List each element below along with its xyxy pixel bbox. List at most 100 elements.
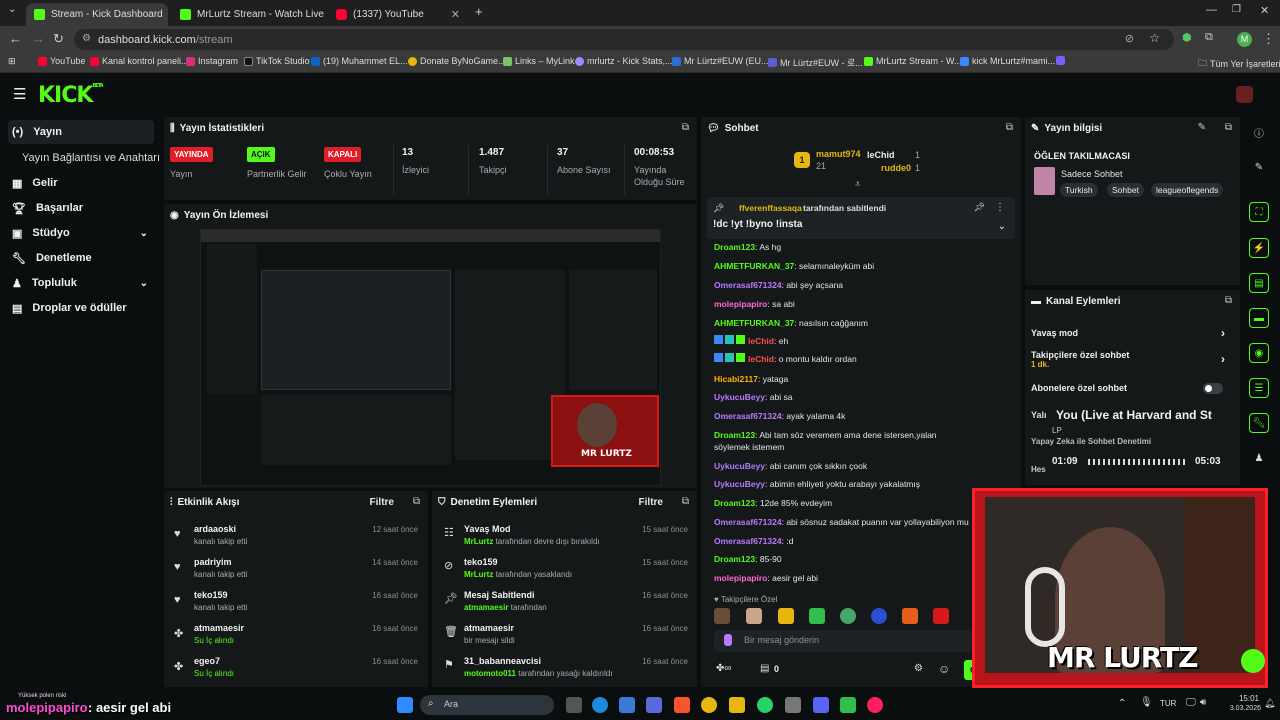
app-icon[interactable] [785,697,801,713]
windows-start-icon[interactable] [397,697,413,713]
settings-gear-icon[interactable]: ⚙ [914,663,923,674]
popout-icon[interactable]: ⧉ [1006,122,1013,133]
sidebar-item-basarilar[interactable]: 🏆︎ Başarılar [8,196,154,220]
discord-icon[interactable] [813,697,829,713]
store-icon[interactable] [619,697,635,713]
chat-username[interactable]: molepipapiro [714,299,767,309]
edge-icon[interactable] [592,697,608,713]
new-tab-button[interactable]: + [475,4,483,19]
emoji-icon[interactable]: ☺ [938,662,950,676]
tray-chevron-icon[interactable]: ⌃ [1118,698,1126,709]
slow-mode-row[interactable]: Yavaş mod › [1031,326,1231,340]
emote-icon[interactable] [933,608,949,624]
language-indicator[interactable]: TUR [1160,699,1176,708]
taskbar-search[interactable]: ⌕ Ara [420,695,554,715]
microphone-icon[interactable]: 🎙︎ [1140,697,1153,708]
brave-icon[interactable] [674,697,690,713]
popout-icon[interactable]: ⧉ [413,496,420,507]
chat-username[interactable]: Droam123 [714,498,755,508]
info-rail-icon[interactable]: ⓘ [1249,122,1269,142]
leaderboard-user[interactable]: mamut974 [816,149,861,159]
kick-logo[interactable]: KICKBETA [38,83,104,108]
restore-button[interactable]: ❐ [1232,4,1241,15]
emote-icon[interactable] [902,608,918,624]
volume-icon[interactable]: 🔊︎ [1200,697,1206,708]
task-view-icon[interactable] [566,697,582,713]
sidebar-item-denetleme[interactable]: 🔧︎ Denetleme [8,246,154,270]
emote-icon[interactable] [840,608,856,624]
emote-icon[interactable] [778,608,794,624]
tab-youtube[interactable]: (1337) YouTube ✕ [328,3,468,26]
community-rail-icon[interactable]: ♟ [1249,448,1269,468]
clock-date[interactable]: 3.03.2026 [1219,705,1261,712]
filter-button[interactable]: Filtre [370,497,394,508]
fullscreen-rail-icon[interactable]: ⛶ [1249,202,1269,222]
bookmark-star-icon[interactable]: ☆ [1149,31,1160,45]
gift-icon[interactable]: ▤ [760,663,769,674]
back-icon[interactable]: ← [9,31,22,46]
leaderboard-user[interactable]: leChid [867,150,895,160]
bookmark-youtube[interactable]: YouTube [38,56,85,66]
tab-list-icon[interactable]: ⌄ [8,4,16,15]
chat-username[interactable]: molepipapiro [714,573,767,583]
minimize-button[interactable]: — [1206,4,1217,16]
sidebar-item-stream-key[interactable]: Yayın Bağlantısı ve Anahtarı [18,146,164,170]
extensions-icon[interactable]: ⧉ [1205,31,1213,44]
all-bookmarks[interactable]: 🗀 Tüm Yer İşaretleri [1198,56,1280,72]
shield-extension-icon[interactable]: ⬢ [1182,31,1192,44]
chat-username[interactable]: Droam123 [714,554,755,564]
mail-icon[interactable] [646,697,662,713]
channel-points-icon[interactable]: ✤∞ [716,663,732,674]
pinned-message[interactable]: 📌︎ ffverenffassaqa tarafından sabitlendi… [707,197,1015,239]
profile-avatar[interactable]: M [1237,32,1252,47]
wrench-rail-icon[interactable]: 🔧︎ [1249,413,1269,433]
sidebar-item-yayin[interactable]: (•) Yayın [8,120,154,144]
bookmark-channel-panel[interactable]: Kanal kontrol paneli... [90,56,189,66]
emote-icon[interactable] [714,608,730,624]
chat-rail-icon[interactable]: ▬ [1249,308,1269,328]
bookmark-kick-stats[interactable]: mrlurtz - Kick Stats,... [575,56,673,66]
edit-rail-icon[interactable]: ✎ [1249,157,1269,177]
filter-button[interactable]: Filtre [639,497,663,508]
apps-icon[interactable]: ⊞ [8,56,16,67]
chevron-down-icon[interactable]: ⌄ [998,221,1006,232]
leaderboard-user[interactable]: rudde0 [881,163,911,173]
whatsapp-icon[interactable] [757,697,773,713]
bookmark-tiktok[interactable]: TikTok Studio [244,56,310,66]
bookmark-lol-1[interactable]: Mr Lürtz#EUW (EU... [672,56,769,66]
more-icon[interactable]: ⋮ [995,202,1005,213]
chat-username[interactable]: Omerasaf671324 [714,411,782,421]
eye-off-icon[interactable]: ⊘ [1125,32,1134,45]
tag-chip[interactable]: Turkish [1060,183,1098,197]
hamburger-menu-icon[interactable]: ☰ [13,85,26,103]
sidebar-item-gelir[interactable]: ▦ Gelir [8,171,154,195]
reload-icon[interactable]: ↻ [53,31,64,47]
menu-dots-icon[interactable]: ⋮ [1262,31,1275,47]
emote-icon[interactable] [746,608,762,624]
chat-username[interactable]: leChid [748,336,774,346]
chat-username[interactable]: UykucuBeyy [714,461,765,471]
sidebar-item-studyo[interactable]: ▣ Stüdyo ⌄ [8,221,154,245]
bookmark-mrlurtz-stream[interactable]: MrLurtz Stream - W... [864,56,962,66]
media-player-icon[interactable] [867,697,883,713]
app-green-icon[interactable] [840,697,856,713]
chat-username[interactable]: AHMETFURKAN_37 [714,261,794,271]
emote-icon[interactable] [809,608,825,624]
file-explorer-icon[interactable] [729,697,745,713]
bookmark-mylink[interactable]: Links – MyLink [503,56,575,66]
tag-chip[interactable]: Sohbet [1107,183,1144,197]
category-name[interactable]: Sadece Sohbet [1061,169,1123,179]
bookmark-kick-mrlurtz[interactable]: kick MrLurtz#mami... [960,56,1055,66]
popout-icon[interactable]: ⧉ [1225,122,1232,133]
forward-icon[interactable]: → [32,31,45,46]
chat-username[interactable]: leChid [748,354,774,364]
tab-mrlurtz-stream[interactable]: MrLurtz Stream - Watch Live on ✕ [172,3,324,26]
clock-time[interactable]: 15:01 [1229,694,1259,703]
emote-picker-icon[interactable] [724,634,732,646]
site-info-icon[interactable]: ⚙ [82,33,91,44]
chrome-icon[interactable] [701,697,717,713]
follower-chat-row[interactable]: Takipçilere özel sohbet 1 dk. › [1031,350,1231,369]
collapse-chevron-icon[interactable]: ⩡ [855,179,861,190]
close-icon[interactable]: ✕ [451,8,460,21]
sidebar-item-droplar[interactable]: ▤ Droplar ve ödüller [8,296,154,320]
